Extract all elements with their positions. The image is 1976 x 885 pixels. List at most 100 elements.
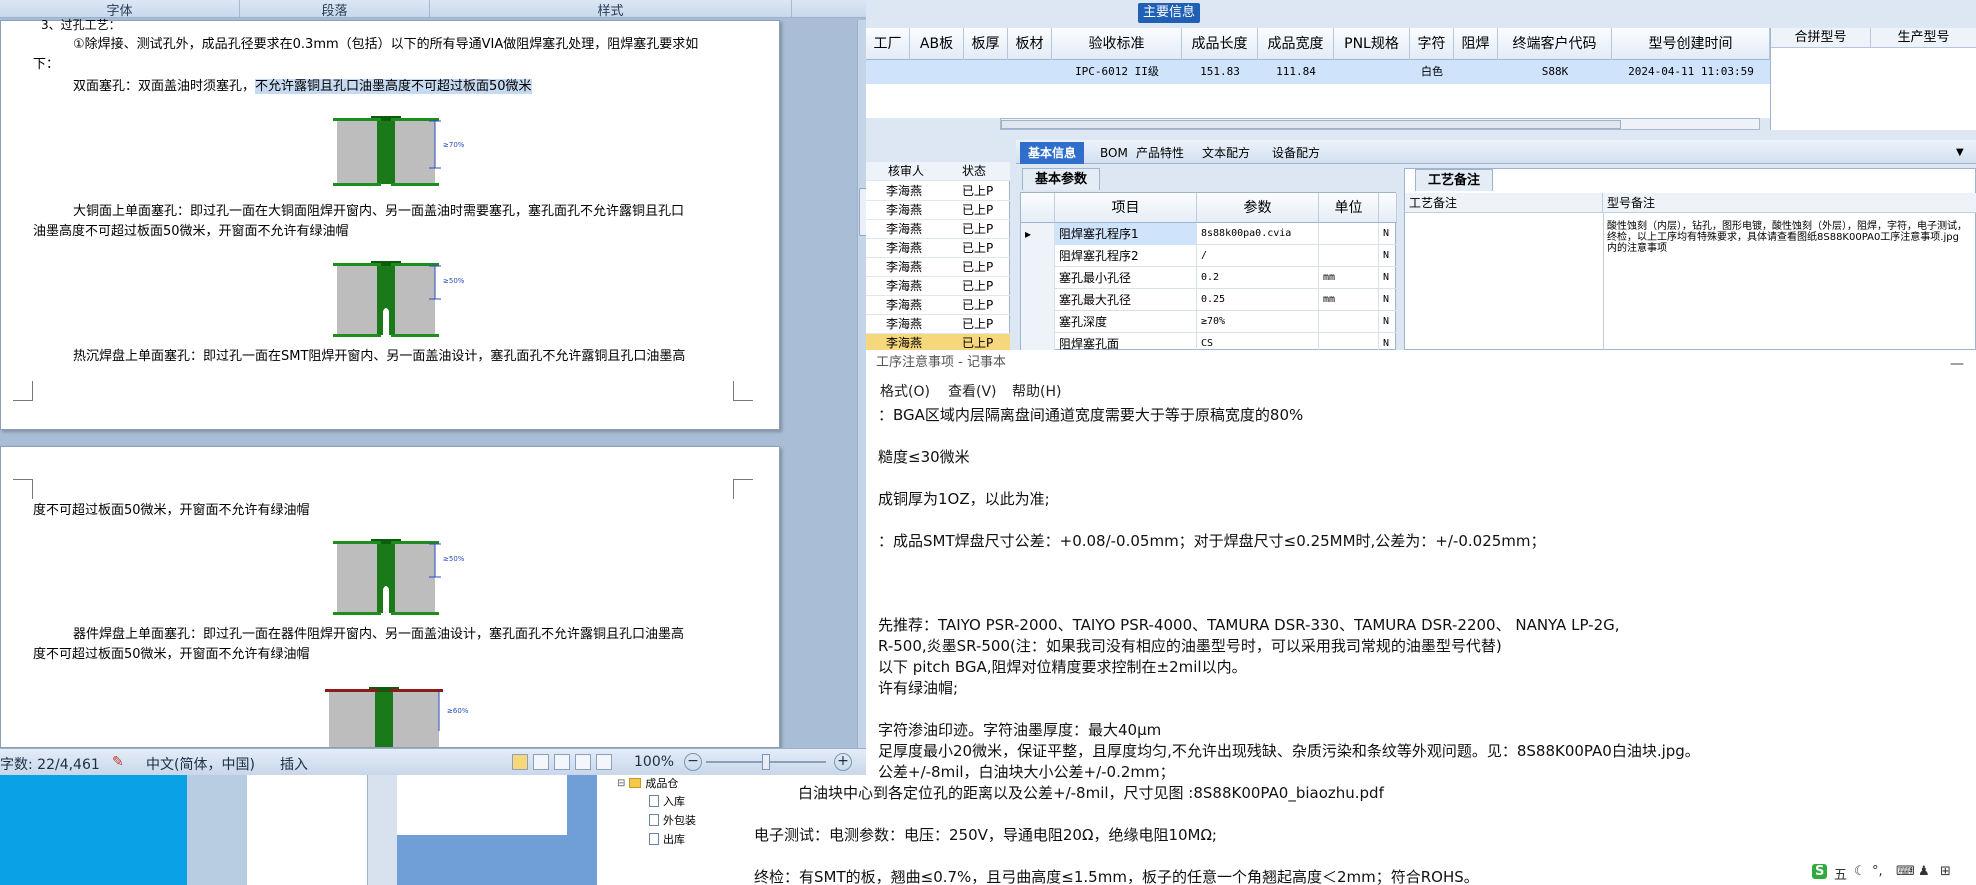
scrollbar-thumb[interactable] [1001, 120, 1621, 129]
chevron-down-icon[interactable]: ▼ [1948, 142, 1972, 164]
col-header[interactable]: 成品长度 [1182, 28, 1258, 60]
outline-icon[interactable] [575, 754, 591, 770]
print-layout-icon[interactable] [512, 754, 528, 770]
text-line: 终检：有SMT的板，翘曲≤0.7%，且弓曲高度≤1.5mm，板子的任意一个角翘起… [754, 868, 1479, 885]
tab-basic-info[interactable]: 基本信息 [1020, 142, 1085, 164]
ribbon-group-styles[interactable]: 样式 [430, 0, 792, 19]
ribbon-group-paragraph[interactable]: 段落 [240, 0, 430, 19]
table-row[interactable]: IPC-6012 II级 151.83 111.84 白色 S88K 2024-… [866, 60, 1770, 84]
plug-diagram [333, 539, 441, 615]
tree-item-inbound[interactable]: 入库 [649, 793, 685, 809]
table-row[interactable]: 李海燕已上Ρ [866, 239, 1010, 258]
col-header[interactable]: 型号备注 [1603, 193, 1976, 213]
table-row[interactable]: 塞孔最小孔径 0.2 mm N [1021, 267, 1397, 289]
table-row[interactable]: 李海燕已上Ρ [866, 258, 1010, 277]
table-row[interactable]: 李海燕已上Ρ [866, 182, 1010, 201]
zoom-in-icon[interactable]: + [834, 753, 852, 771]
model-note[interactable]: 酸性蚀刻（内层），钻孔，图形电镀，酸性蚀刻（外层），阻焊，字符，电子测试，终检，… [1607, 221, 1967, 254]
col-header[interactable]: 单位 [1319, 193, 1379, 223]
tree-item-outbound[interactable]: 出库 [649, 831, 685, 847]
col-header[interactable]: 工厂 [866, 28, 910, 60]
menu-view[interactable]: 查看(V) [948, 380, 997, 404]
col-header[interactable]: 验收标准 [1052, 28, 1182, 60]
document-icon [649, 814, 659, 826]
tab-text-recipe[interactable]: 文本配方 [1194, 142, 1258, 164]
insert-mode[interactable]: 插入 [280, 754, 308, 774]
minimize-icon[interactable]: — [1950, 356, 1964, 372]
desktop-tile [187, 775, 247, 885]
explorer-tree: ⊟ 成品仓 入库 外包装 出库 [597, 775, 752, 885]
table-row[interactable]: 塞孔最大孔径 0.25 mm N [1021, 289, 1397, 311]
proofing-icon[interactable]: ✎ [112, 754, 124, 770]
col-header[interactable]: 工艺备注 [1405, 193, 1603, 213]
plug-diagram [325, 687, 443, 747]
ime-logo-icon[interactable]: S [1812, 864, 1828, 879]
table-row[interactable]: 李海燕已上Ρ [866, 315, 1010, 334]
tree-item-packaging[interactable]: 外包装 [649, 812, 696, 828]
grid-icon[interactable]: ⊞ [1940, 864, 1951, 879]
table-row[interactable]: 阻焊塞孔程序2/N [1021, 245, 1397, 267]
craft-notes-panel: 工艺备注 工艺备注 型号备注 酸性蚀刻（内层），钻孔，图形电镀，酸性蚀刻（外层）… [1404, 168, 1976, 351]
col-header[interactable]: 阻焊 [1454, 28, 1498, 60]
word-count[interactable]: 字数: 22/4,461 [0, 754, 100, 774]
col-header[interactable]: 板厚 [964, 28, 1008, 60]
col-header[interactable]: 项目 [1055, 193, 1197, 223]
grid-header: 工厂 AB板 板厚 板材 验收标准 成品长度 成品宽度 PNL规格 字符 阻焊 … [866, 28, 1770, 60]
tree-folder[interactable]: ⊟ 成品仓 [617, 775, 678, 791]
row-indicator [1021, 311, 1055, 333]
table-row[interactable]: 李海燕已上Ρ [866, 220, 1010, 239]
text-line: 白油块中心到各定位孔的距离以及公差+/-8mil，尺寸见图 :8S88K00PA… [798, 784, 1384, 802]
col-header[interactable]: 成品宽度 [1258, 28, 1334, 60]
zoom-level[interactable]: 100% [634, 754, 674, 770]
text-line: R-500,炎墨SR-500(注：如果我司没有相应的油墨型号时，可以采用我司常规… [878, 637, 1502, 655]
reviewer-list: 核审人 状态 李海燕 已上Ρ 李海燕 已上Ρ 李海燕 已上Ρ 李海燕 已上Ρ 李海燕 已上Ρ 李海燕… [866, 162, 1010, 372]
col-header[interactable]: 型号创建时间 [1612, 28, 1770, 60]
user-icon[interactable]: ♟ [1918, 864, 1930, 879]
system-tray: S 五 ☾ °, ⌨ ♟ ⊞ [1810, 862, 1976, 885]
text-line: ：BGA区域内层隔离盘间通道宽度需要大于等于原稿宽度的80% [878, 406, 1304, 424]
text-line: 足厚度最小20微米，保证平整，且厚度均匀,不允许出现残缺、杂质污染和条纹等外观问… [878, 742, 1700, 760]
main-info-tag: 主要信息 [1138, 3, 1200, 23]
col-header[interactable]: PNL规格 [1334, 28, 1410, 60]
grid-empty-area [866, 84, 1770, 118]
col-header[interactable]: 参数 [1197, 193, 1319, 223]
language-indicator[interactable]: 中文(简体，中国) [146, 754, 255, 774]
moon-icon[interactable]: ☾ [1854, 864, 1866, 879]
col-header[interactable]: 板材 [1008, 28, 1052, 60]
table-row[interactable]: 李海燕已上Ρ [866, 201, 1010, 220]
table-row[interactable]: 李海燕已上Ρ [866, 277, 1010, 296]
menu-format[interactable]: 格式(O) [880, 380, 930, 404]
col-header[interactable]: 状态 [962, 162, 986, 181]
table-row[interactable]: 李海燕已上Ρ [866, 296, 1010, 315]
ime-mode[interactable]: 五 [1834, 864, 1847, 883]
col-header[interactable]: 核审人 [888, 162, 924, 181]
table-row[interactable]: ▸ 阻焊塞孔程序1 8s88k00pa0.cvia N [1021, 223, 1397, 245]
draft-icon[interactable] [596, 754, 612, 770]
plug-diagram [333, 261, 441, 337]
text-line: 以下 pitch BGA,阻焊对位精度要求控制在±2mil以内。 [878, 658, 1247, 676]
document-page[interactable]: 3、过孔工艺： ①除焊接、测试孔外，成品孔径要求在0.3mm（包括）以下的所有导… [0, 18, 780, 430]
col-header[interactable]: 终端客户代码 [1498, 28, 1612, 60]
menu-help[interactable]: 帮助(H) [1012, 380, 1061, 404]
selected-text[interactable]: 不允许露铜且孔口油墨高度不可超过板面50微米 [255, 79, 532, 94]
col-header[interactable]: 生产型号 [1871, 28, 1976, 48]
col-header[interactable]: 字符 [1410, 28, 1454, 60]
document-page[interactable]: 度不可超过板面50微米，开窗面不允许有绿油帽 ≥50% 器件焊盘上单面塞孔：即过… [0, 446, 780, 748]
tab-product-features[interactable]: 产品特性 [1128, 142, 1192, 164]
web-layout-icon[interactable] [554, 754, 570, 770]
tab-craft-notes[interactable]: 工艺备注 [1415, 169, 1494, 191]
col-header[interactable]: AB板 [910, 28, 964, 60]
zoom-slider-thumb[interactable] [762, 754, 770, 770]
tab-basic-params[interactable]: 基本参数 [1022, 168, 1101, 190]
tab-equipment-recipe[interactable]: 设备配方 [1264, 142, 1328, 164]
keyboard-icon[interactable]: ⌨ [1896, 864, 1915, 879]
col-header[interactable]: 合拼型号 [1771, 28, 1871, 48]
zoom-out-icon[interactable]: − [684, 753, 702, 771]
full-screen-icon[interactable] [533, 754, 549, 770]
table-row[interactable]: 塞孔深度 ≥70% N [1021, 311, 1397, 333]
punctuation-icon[interactable]: °, [1872, 864, 1883, 879]
notepad-title: 工序注意事项 - 记事本 [876, 355, 1006, 370]
row-indicator [1021, 245, 1055, 267]
folder-icon [629, 778, 642, 788]
horizontal-scrollbar[interactable] [1000, 118, 1760, 130]
